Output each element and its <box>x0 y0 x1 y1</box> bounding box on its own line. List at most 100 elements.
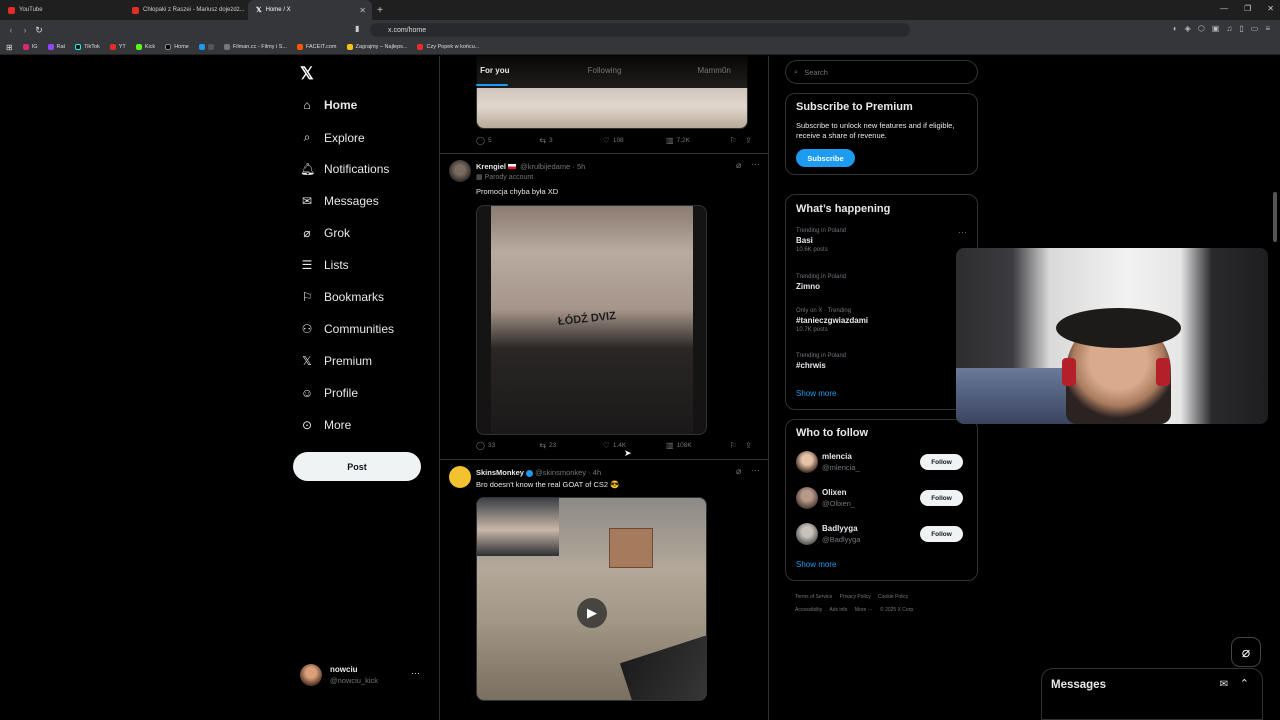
bookmark-item[interactable]: Rat <box>47 44 65 50</box>
nav-messages[interactable]: ✉ Messages <box>300 194 379 208</box>
views-button[interactable]: ▥ 108K <box>666 441 729 450</box>
repost-button[interactable]: ⇆ 3 <box>539 136 602 145</box>
tweet[interactable]: Krengiel @krulbijedame · 5h ▦ Parody acc… <box>440 154 768 460</box>
messages-drawer[interactable]: Messages ✉ ⌃ <box>1041 668 1263 720</box>
bookmark-item[interactable]: IG <box>22 44 38 50</box>
more-icon[interactable]: ··· <box>958 227 967 237</box>
share-button[interactable]: ⇪ <box>745 441 761 450</box>
x-logo-icon[interactable]: 𝕏 <box>300 64 314 84</box>
author-handle[interactable]: @krulbijedame <box>520 162 570 171</box>
extension-icon[interactable]: ⬡ <box>1198 24 1205 33</box>
url-input[interactable]: x.com/home <box>370 23 910 37</box>
tweet-video[interactable]: ŁÓDŹ DVIZ <box>476 205 707 435</box>
reply-button[interactable]: ◯ 5 <box>476 136 539 145</box>
tweet-time[interactable]: 4h <box>593 468 601 477</box>
close-tab-icon[interactable]: ✕ <box>359 6 366 15</box>
bookmark-page-icon[interactable]: ▮ <box>355 24 359 33</box>
footer-link[interactable]: Cookie Policy <box>878 594 908 600</box>
extension-icon[interactable]: ◈ <box>1185 24 1191 33</box>
footer-link[interactable]: Ads info <box>829 607 847 613</box>
tweet-video[interactable]: ▶ <box>476 497 707 701</box>
nav-lists[interactable]: ☰ Lists <box>300 258 349 272</box>
grok-floating-button[interactable]: ⌀ <box>1231 637 1261 667</box>
follow-suggestion[interactable]: Badlyyga @Badlyyga Follow <box>796 522 971 548</box>
share-button[interactable]: ⇪ <box>745 136 761 145</box>
nav-bookmarks[interactable]: ⚐ Bookmarks <box>300 290 384 304</box>
avatar[interactable] <box>449 466 471 488</box>
bookmark-item[interactable]: YT <box>109 44 126 50</box>
reply-button[interactable]: ◯ 33 <box>476 441 539 450</box>
reload-icon[interactable]: ↻ <box>32 25 46 36</box>
new-tab-icon[interactable]: + <box>372 5 388 16</box>
bookmark-item[interactable]: Home <box>165 44 189 50</box>
more-icon[interactable]: ··· <box>751 465 760 475</box>
author-name[interactable]: Krengiel <box>476 162 506 171</box>
bookmark-item[interactable]: Czy Popek w końcu... <box>417 44 479 50</box>
browser-tab[interactable]: Chłopaki z Raszei - Mariusz dojeżdż... <box>124 0 248 20</box>
avatar[interactable] <box>449 160 471 182</box>
tweet[interactable]: SkinsMonkey @skinsmonkey · 4h ⌀ ··· Bro … <box>440 460 768 720</box>
author-handle[interactable]: @skinsmonkey <box>535 468 586 477</box>
nav-premium[interactable]: 𝕏 Premium <box>300 354 372 368</box>
play-icon[interactable]: ▶ <box>577 598 607 628</box>
close-window-icon[interactable]: ✕ <box>1267 4 1274 13</box>
trend-item[interactable]: Trending in Poland Zimno <box>796 274 846 291</box>
nav-grok[interactable]: ⌀ Grok <box>300 226 350 240</box>
wallet-icon[interactable]: ▭ <box>1251 24 1259 33</box>
show-more-link[interactable]: Show more <box>796 560 836 569</box>
bookmark-button[interactable]: ⚐ <box>729 136 745 145</box>
footer-link[interactable]: Accessibility <box>795 607 822 613</box>
footer-link[interactable]: More ··· <box>855 607 873 613</box>
search-box[interactable]: ⌕ <box>785 60 978 84</box>
tweet-time[interactable]: 5h <box>577 162 585 171</box>
nav-communities[interactable]: ⚇ Communities <box>300 322 394 336</box>
nav-more[interactable]: ⊙ More <box>300 418 351 432</box>
footer-link[interactable]: Privacy Policy <box>840 594 871 600</box>
more-icon[interactable]: ··· <box>751 159 760 169</box>
show-more-link[interactable]: Show more <box>796 389 836 398</box>
bookmark-item[interactable] <box>198 44 214 50</box>
nav-profile[interactable]: ☺ Profile <box>300 386 358 400</box>
follow-suggestion[interactable]: Olixen @Olixen_ Follow <box>796 486 971 512</box>
views-button[interactable]: ▥ 7.2K <box>666 136 729 145</box>
bookmark-button[interactable]: ⚐ <box>729 441 745 450</box>
trend-item[interactable]: Only on X · Trending #tanieczgwiazdami 1… <box>796 308 868 333</box>
bookmark-item[interactable]: TikTok <box>75 44 100 50</box>
nav-notifications[interactable]: 🔔︎ Notifications <box>300 162 389 176</box>
tab-for-you[interactable]: For you <box>440 56 550 88</box>
repost-button[interactable]: ⇆ 23 <box>539 441 602 450</box>
extension-icon[interactable]: ▣ <box>1212 24 1220 33</box>
nav-explore[interactable]: ⌕ Explore <box>300 130 365 145</box>
tab-mamm0n[interactable]: Mamm0n <box>659 56 768 88</box>
bookmark-item[interactable]: Filman.cc - Filmy i S... <box>223 44 287 50</box>
bookmark-item[interactable]: Kick <box>135 44 155 50</box>
minimize-icon[interactable]: — <box>1220 4 1228 13</box>
bookmark-item[interactable]: FACEIT.com <box>296 44 337 50</box>
follow-suggestion[interactable]: mlencia @mlencia_ Follow <box>796 450 971 476</box>
scrollbar-thumb[interactable] <box>1273 192 1277 242</box>
author-name[interactable]: SkinsMonkey <box>476 468 524 477</box>
menu-icon[interactable]: ≡ <box>1265 24 1270 33</box>
subscribe-button[interactable]: Subscribe <box>796 149 855 167</box>
follow-button[interactable]: Follow <box>920 526 963 542</box>
apps-icon[interactable]: ⊞ <box>6 43 13 52</box>
like-button[interactable]: ♡ 108 <box>603 136 666 145</box>
like-button[interactable]: ♡ 1.4K <box>603 441 666 450</box>
tab-following[interactable]: Following <box>550 56 660 88</box>
back-icon[interactable]: ‹ <box>4 25 18 35</box>
browser-tab[interactable]: YouTube <box>0 0 124 20</box>
nav-home[interactable]: ⌂ Home <box>300 98 357 112</box>
footer-link[interactable]: Terms of Service <box>795 594 832 600</box>
follow-button[interactable]: Follow <box>920 490 963 506</box>
expand-icon[interactable]: ⌃ <box>1240 677 1249 690</box>
grok-icon[interactable]: ⌀ <box>736 160 741 171</box>
sidebar-icon[interactable]: ▯ <box>1239 24 1243 33</box>
music-icon[interactable]: ♫ <box>1226 24 1232 33</box>
restore-icon[interactable]: ❐ <box>1244 4 1251 13</box>
grok-icon[interactable]: ⌀ <box>736 466 741 477</box>
bookmark-item[interactable]: Zagrajmy – Najleps... <box>346 44 407 50</box>
new-message-icon[interactable]: ✉ <box>1220 679 1228 690</box>
extension-icon[interactable]: ◐ <box>1173 24 1178 33</box>
trend-item[interactable]: Trending in Poland Basi 10.6K posts <box>796 228 846 253</box>
post-button[interactable]: Post <box>293 452 421 481</box>
